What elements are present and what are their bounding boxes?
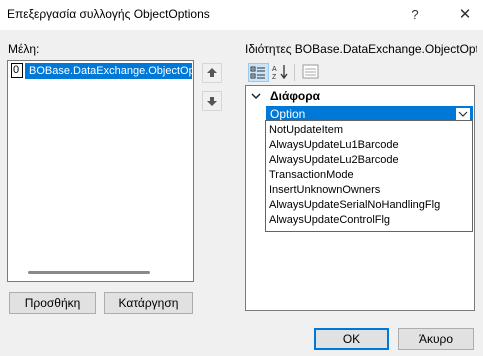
categorized-button[interactable]: [248, 63, 269, 82]
category-label: Διάφορα: [270, 89, 321, 103]
property-pages-icon: [302, 64, 319, 79]
dropdown-option[interactable]: InsertUnknownOwners: [269, 183, 380, 198]
dropdown-button[interactable]: [455, 107, 471, 121]
dropdown-option[interactable]: AlwaysUpdateSerialNoHandlingFlg: [269, 198, 440, 213]
close-button[interactable]: ✕: [454, 4, 476, 26]
dropdown-option[interactable]: NotUpdateItem: [269, 123, 343, 138]
chevron-down-icon: [458, 111, 468, 117]
svg-text:A: A: [272, 66, 277, 73]
member-name[interactable]: BOBase.DataExchange.ObjectOptions: [25, 63, 192, 79]
move-up-button[interactable]: [202, 63, 222, 83]
categorized-icon: [250, 66, 265, 79]
alphabetical-icon: A Z: [272, 65, 288, 81]
dropdown-option[interactable]: TransactionMode: [269, 168, 354, 183]
property-name: Option: [270, 107, 306, 121]
move-up-icon: [207, 68, 217, 77]
remove-button[interactable]: Κατάργηση: [104, 292, 193, 314]
properties-label: Ιδιότητες BOBase.DataExchange.ObjectOpt.…: [245, 42, 477, 56]
option-dropdown-list[interactable]: NotUpdateItem AlwaysUpdateLu1Barcode Alw…: [265, 120, 473, 232]
property-pages-button[interactable]: [301, 63, 322, 82]
ok-button[interactable]: OK: [314, 328, 389, 350]
alphabetical-button[interactable]: A Z: [271, 63, 292, 82]
collapse-icon: [251, 93, 261, 100]
dropdown-option[interactable]: AlwaysUpdateLu2Barcode: [269, 153, 399, 168]
category-row[interactable]: Διάφορα: [246, 88, 474, 105]
svg-text:Z: Z: [272, 74, 277, 80]
horizontal-scrollbar[interactable]: [28, 271, 150, 274]
members-label: Μέλη:: [8, 42, 40, 56]
add-button[interactable]: Προσθήκη: [9, 292, 96, 314]
cancel-button[interactable]: Άκυρο: [398, 328, 474, 350]
member-index: 0: [11, 63, 23, 78]
move-down-icon: [207, 97, 217, 106]
dropdown-option[interactable]: AlwaysUpdateControlFlg: [269, 213, 390, 228]
members-list[interactable]: 0 BOBase.DataExchange.ObjectOptions: [7, 60, 194, 282]
help-button[interactable]: ?: [404, 5, 426, 25]
list-item[interactable]: 0 BOBase.DataExchange.ObjectOptions: [11, 63, 192, 79]
dropdown-option[interactable]: AlwaysUpdateLu1Barcode: [269, 138, 399, 153]
move-down-button[interactable]: [202, 91, 222, 111]
toolbar-separator: [294, 64, 295, 81]
window-title: Επεξεργασία συλλογής ObjectOptions: [7, 7, 210, 21]
